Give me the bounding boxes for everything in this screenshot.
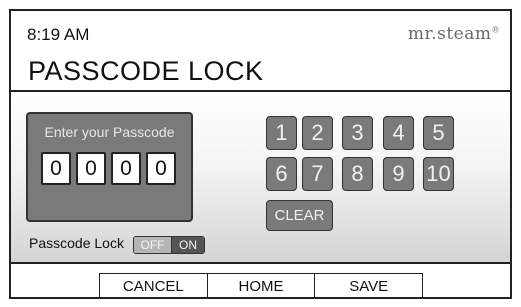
clock-time: 8:19 AM: [27, 25, 90, 44]
brand-logo: mr.steam®: [408, 24, 500, 44]
keypad-key-3[interactable]: 3: [342, 116, 373, 150]
keypad-key-4[interactable]: 4: [383, 116, 414, 150]
keypad-key-9[interactable]: 9: [383, 157, 414, 191]
passcode-digit-4[interactable]: 0: [146, 152, 176, 185]
passcode-digit-3[interactable]: 0: [111, 152, 141, 185]
keypad-key-1[interactable]: 1: [266, 116, 297, 150]
content-area: Enter your Passcode 0 0 0 0 Passcode Loc…: [11, 92, 510, 262]
page-title: PASSCODE LOCK: [28, 56, 264, 86]
keypad-key-2[interactable]: 2: [302, 116, 333, 150]
toggle-off-option[interactable]: OFF: [134, 237, 172, 253]
cancel-button[interactable]: CANCEL: [100, 274, 207, 297]
header: 8:19 AM mr.steam® PASSCODE LOCK: [11, 11, 510, 91]
passcode-prompt: Enter your Passcode: [44, 124, 175, 140]
passcode-lock-toggle[interactable]: OFF ON: [133, 236, 205, 254]
passcode-digits: 0 0 0 0: [41, 152, 176, 185]
registered-mark: ®: [491, 25, 500, 35]
keypad-key-7[interactable]: 7: [302, 157, 333, 191]
keypad-key-5[interactable]: 5: [423, 116, 454, 150]
passcode-digit-2[interactable]: 0: [76, 152, 106, 185]
passcode-digit-1[interactable]: 0: [41, 152, 71, 185]
keypad-key-6[interactable]: 6: [266, 157, 297, 191]
save-button[interactable]: SAVE: [314, 274, 423, 297]
toggle-on-option[interactable]: ON: [172, 237, 204, 253]
passcode-lock-label: Passcode Lock: [29, 235, 124, 251]
device-frame: 8:19 AM mr.steam® PASSCODE LOCK Enter yo…: [0, 0, 521, 307]
touch-screen: 8:19 AM mr.steam® PASSCODE LOCK Enter yo…: [9, 9, 512, 299]
home-button[interactable]: HOME: [206, 274, 315, 297]
brand-name: mr.steam: [407, 24, 492, 44]
bottom-nav: CANCEL HOME SAVE: [99, 273, 423, 297]
keypad-key-10[interactable]: 10: [423, 157, 454, 191]
bottom-divider: [11, 262, 510, 264]
passcode-panel: Enter your Passcode 0 0 0 0: [26, 112, 193, 222]
clear-button[interactable]: CLEAR: [266, 200, 333, 231]
keypad-key-8[interactable]: 8: [342, 157, 373, 191]
